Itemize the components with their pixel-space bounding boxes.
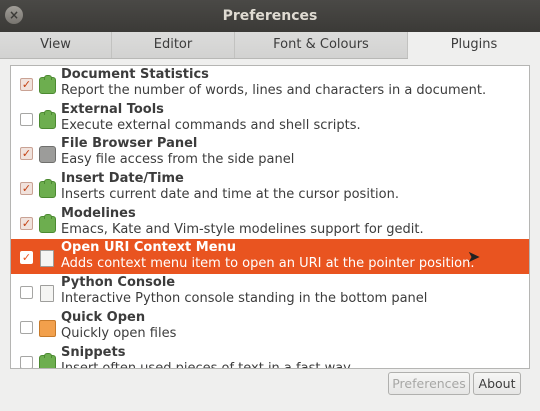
plugin-name: Quick Open	[61, 309, 146, 325]
tab-editor[interactable]: Editor	[112, 32, 235, 58]
plugin-name: External Tools	[61, 101, 164, 117]
title-bar: × Preferences	[0, 0, 540, 32]
plugin-description: Emacs, Kate and Vim-style modelines supp…	[61, 221, 424, 237]
plugin-description: Insert often used pieces of text in a fa…	[61, 360, 351, 369]
plugin-list[interactable]: ✓ Document Statistics Report the number …	[10, 65, 530, 369]
tab-plugins[interactable]: Plugins	[408, 32, 540, 59]
enable-checkbox[interactable]	[20, 355, 33, 368]
about-button[interactable]: About	[473, 372, 521, 395]
enable-checkbox[interactable]: ✓	[20, 182, 33, 196]
puzzle-icon	[39, 352, 56, 368]
plugin-name: Insert Date/Time	[61, 171, 184, 187]
plugin-name: Document Statistics	[61, 67, 209, 82]
plugin-description: Execute external commands and shell scri…	[61, 117, 361, 133]
plugin-description: Interactive Python console standing in t…	[61, 291, 428, 307]
plugin-row-snippets[interactable]: Snippets Insert often used pieces of tex…	[11, 344, 529, 369]
plugin-row-python-console[interactable]: Python Console Interactive Python consol…	[11, 274, 529, 309]
enable-checkbox[interactable]	[20, 320, 33, 334]
plugin-row-file-browser-panel[interactable]: ✓ File Browser Panel Easy file access fr…	[11, 135, 529, 170]
enable-checkbox[interactable]	[20, 112, 33, 126]
document-icon	[40, 250, 54, 268]
plugin-name: Modelines	[61, 205, 136, 221]
enable-checkbox[interactable]	[20, 286, 33, 300]
file-manager-icon	[39, 146, 56, 164]
tab-view[interactable]: View	[0, 32, 112, 58]
plugin-row-external-tools[interactable]: External Tools Execute external commands…	[11, 101, 529, 136]
plugin-description: Adds context menu item to open an URI at…	[61, 256, 475, 272]
puzzle-icon	[39, 109, 56, 129]
plugin-name: Snippets	[61, 344, 126, 360]
folder-icon	[39, 319, 56, 337]
enable-checkbox[interactable]: ✓	[20, 251, 33, 265]
plugin-row-document-statistics[interactable]: ✓ Document Statistics Report the number …	[11, 66, 529, 101]
puzzle-icon	[39, 213, 56, 233]
plugins-pane: ✓ Document Statistics Report the number …	[0, 59, 540, 411]
plugin-description: Easy file access from the side panel	[61, 152, 295, 168]
plugin-description: Report the number of words, lines and ch…	[61, 83, 487, 98]
puzzle-icon	[39, 75, 56, 94]
enable-checkbox[interactable]: ✓	[20, 78, 33, 91]
tab-bar: View Editor Font & Colours Plugins	[0, 32, 540, 59]
plugin-name: File Browser Panel	[61, 136, 198, 152]
plugin-name: Python Console	[61, 275, 176, 291]
mouse-pointer-icon: ➤	[467, 247, 481, 267]
document-icon	[40, 285, 54, 303]
window-title: Preferences	[222, 8, 318, 24]
plugin-row-quick-open[interactable]: Quick Open Quickly open files	[11, 309, 529, 344]
enable-checkbox[interactable]: ✓	[20, 216, 33, 230]
plugin-row-insert-date-time[interactable]: ✓ Insert Date/Time Inserts current date …	[11, 170, 529, 205]
puzzle-icon	[39, 179, 56, 199]
enable-checkbox[interactable]: ✓	[20, 147, 33, 161]
tab-font-colours[interactable]: Font & Colours	[235, 32, 408, 58]
plugin-name: Open URI Context Menu	[61, 240, 237, 256]
plugin-row-modelines[interactable]: ✓ Modelines Emacs, Kate and Vim-style mo…	[11, 205, 529, 240]
preferences-button[interactable]: Preferences	[388, 372, 470, 395]
plugin-description: Inserts current date and time at the cur…	[61, 187, 399, 203]
plugin-row-open-uri-context-menu[interactable]: ✓ Open URI Context Menu Adds context men…	[11, 239, 529, 275]
plugin-description: Quickly open files	[61, 325, 177, 341]
